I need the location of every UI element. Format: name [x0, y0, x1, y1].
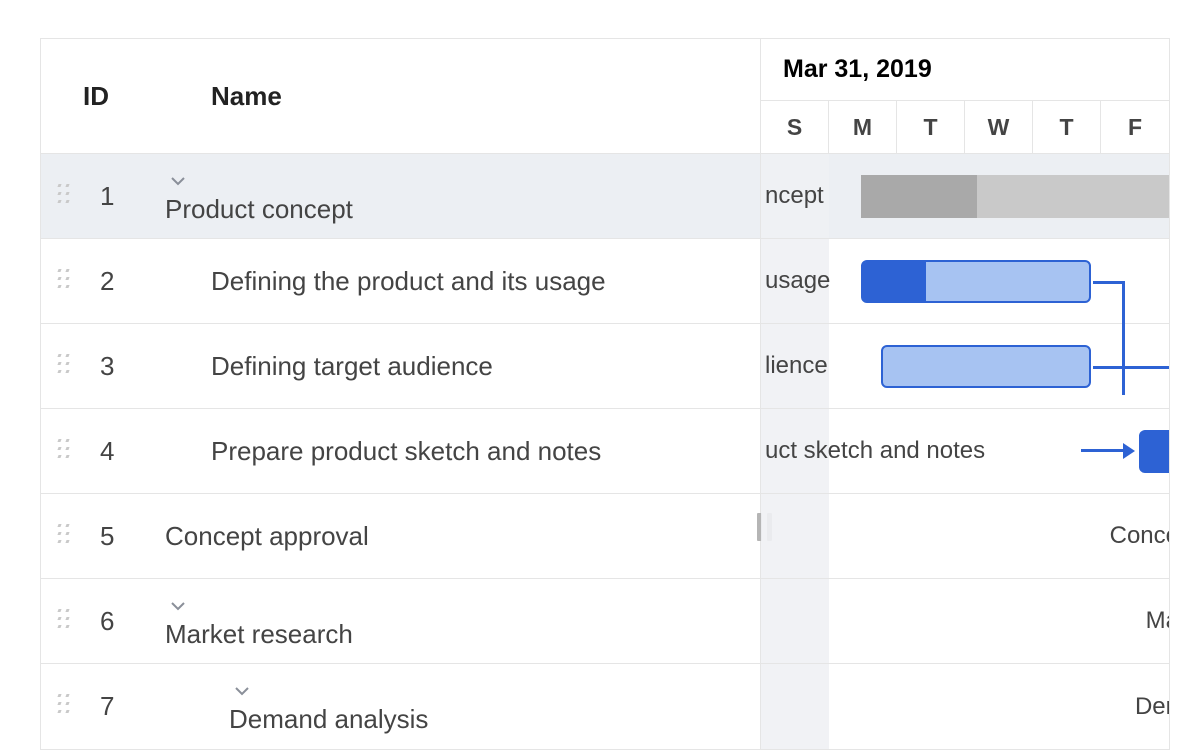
task-name-cell[interactable]: Prepare product sketch and notes [151, 436, 760, 467]
task-name-cell[interactable]: Defining target audience [151, 351, 760, 382]
task-row[interactable]: 1 Product concept [41, 154, 760, 239]
bar-label: ncept [765, 182, 824, 210]
weekend-shade [761, 494, 829, 578]
chevron-down-icon[interactable] [165, 593, 191, 619]
drag-handle-icon[interactable] [41, 184, 86, 209]
task-row[interactable]: 2 Defining the product and its usage [41, 239, 760, 324]
task-id: 3 [86, 351, 151, 382]
progress-fill [861, 175, 977, 218]
drag-handle-icon[interactable] [41, 439, 86, 464]
bar-label: lience [765, 352, 828, 380]
bar-label: Conce [1110, 522, 1169, 550]
timeline-panel: Mar 31, 2019 S M T W T F ncept usage [761, 39, 1169, 749]
day-column-header: S [761, 101, 829, 153]
task-name-cell[interactable]: Concept approval [151, 521, 760, 552]
gantt-container: ID Name 1 Product concept 2 Defining the… [40, 38, 1170, 750]
progress-fill [863, 262, 926, 301]
summary-bar[interactable] [861, 175, 1169, 218]
task-name: Defining target audience [211, 351, 493, 381]
task-id: 7 [86, 691, 151, 722]
task-id: 5 [86, 521, 151, 552]
timeline-row[interactable]: Conce [761, 494, 1169, 579]
dependency-arrow-icon [1123, 443, 1135, 459]
task-row[interactable]: 5 Concept approval [41, 494, 760, 579]
task-name-cell[interactable]: Defining the product and its usage [151, 266, 760, 297]
timeline-row[interactable]: ncept [761, 154, 1169, 239]
drag-handle-icon[interactable] [41, 269, 86, 294]
day-column-header: W [965, 101, 1033, 153]
task-name: Prepare product sketch and notes [211, 436, 601, 466]
timeline-row[interactable]: Ma [761, 579, 1169, 664]
task-id: 1 [86, 181, 151, 212]
task-row[interactable]: 6 Market research [41, 579, 760, 664]
dependency-line [1081, 449, 1125, 452]
task-id: 6 [86, 606, 151, 637]
column-header-name[interactable]: Name [151, 81, 760, 112]
task-name: Defining the product and its usage [211, 266, 606, 296]
task-name-cell[interactable]: Product concept [151, 168, 760, 225]
task-grid-header: ID Name [41, 39, 760, 154]
task-bar[interactable] [1139, 430, 1169, 473]
task-id: 4 [86, 436, 151, 467]
day-column-header: T [1033, 101, 1101, 153]
task-name: Demand analysis [229, 704, 428, 734]
task-name-cell[interactable]: Market research [151, 593, 760, 650]
task-name-cell[interactable]: Demand analysis [151, 678, 760, 735]
drag-handle-icon[interactable] [41, 694, 86, 719]
drag-handle-icon[interactable] [41, 609, 86, 634]
task-name: Concept approval [165, 521, 369, 551]
timeline-row[interactable]: usage [761, 239, 1169, 324]
timeline-date-range: Mar 31, 2019 [761, 39, 1169, 101]
task-id: 2 [86, 266, 151, 297]
day-column-header: F [1101, 101, 1169, 153]
bar-label: uct sketch and notes [765, 437, 985, 465]
weekend-shade [761, 664, 829, 749]
drag-handle-icon[interactable] [41, 524, 86, 549]
day-column-header: M [829, 101, 897, 153]
task-name: Market research [165, 619, 353, 649]
task-bar[interactable] [861, 260, 1091, 303]
timeline-body[interactable]: ncept usage lience [761, 154, 1169, 749]
chevron-down-icon[interactable] [165, 168, 191, 194]
task-bar[interactable] [881, 345, 1091, 388]
day-column-header: T [897, 101, 965, 153]
chevron-down-icon[interactable] [229, 678, 255, 704]
task-row[interactable]: 3 Defining target audience [41, 324, 760, 409]
dependency-line [1093, 281, 1125, 284]
timeline-day-header: S M T W T F [761, 101, 1169, 154]
bar-label: usage [765, 267, 830, 295]
timeline-row[interactable]: lience [761, 324, 1169, 409]
task-row[interactable]: 7 Demand analysis [41, 664, 760, 749]
task-name: Product concept [165, 194, 353, 224]
task-grid: ID Name 1 Product concept 2 Defining the… [41, 39, 761, 749]
weekend-shade [761, 579, 829, 663]
drag-handle-icon[interactable] [41, 354, 86, 379]
dependency-line [1093, 366, 1169, 369]
bar-label: Den [1135, 693, 1169, 721]
task-row[interactable]: 4 Prepare product sketch and notes [41, 409, 760, 494]
bar-label: Ma [1146, 607, 1169, 635]
timeline-row[interactable]: Den [761, 664, 1169, 749]
timeline-row[interactable]: uct sketch and notes [761, 409, 1169, 494]
column-header-id[interactable]: ID [41, 81, 151, 112]
